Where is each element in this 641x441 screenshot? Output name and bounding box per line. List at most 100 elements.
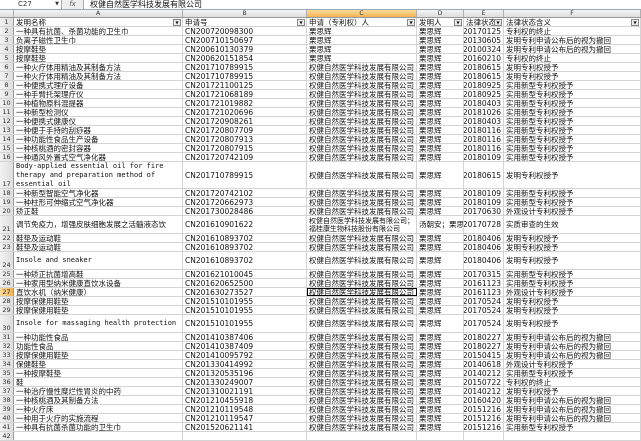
row-number[interactable]: 26 bbox=[0, 279, 14, 287]
formula-input[interactable]: 权健自然医学科技发展有限公司 bbox=[84, 0, 202, 9]
cell[interactable]: 权健自然医学科技发展有限公司 bbox=[307, 198, 417, 206]
cell[interactable]: 栗思辉 bbox=[417, 297, 464, 305]
cell[interactable]: 实用新型专利权授予 bbox=[504, 90, 641, 98]
cell[interactable]: 外观设计专利权授予 bbox=[504, 207, 641, 215]
cell[interactable]: 权健自然医学科技发展有限公司 bbox=[307, 414, 417, 422]
cell[interactable]: CN201410095792 bbox=[183, 351, 307, 359]
row-number[interactable]: 14 bbox=[0, 135, 14, 143]
cell[interactable]: 20180406 bbox=[464, 243, 504, 251]
cell[interactable]: 权健自然医学科技发展有限公司 bbox=[307, 99, 417, 107]
row-number[interactable]: 23 bbox=[0, 243, 14, 251]
cell[interactable]: 权健自然医学科技发展有限公司 bbox=[307, 63, 417, 71]
cell[interactable]: 实用新型专利权授予 bbox=[504, 144, 641, 152]
filter-dropdown-icon[interactable]: ▼ bbox=[454, 19, 462, 26]
column-header-a[interactable]: A bbox=[14, 10, 183, 17]
cell[interactable]: 外观设计专利权授予 bbox=[504, 288, 641, 296]
cell[interactable]: CN201721100125 bbox=[183, 81, 307, 89]
cell[interactable]: 一种便携式健康仪 bbox=[14, 117, 183, 125]
cell[interactable]: 20180615 bbox=[464, 63, 504, 71]
cell[interactable]: 栗思辉 bbox=[417, 405, 464, 413]
cell[interactable]: 20180109 bbox=[464, 198, 504, 206]
cell[interactable]: 20160420 bbox=[464, 396, 504, 404]
cell[interactable]: 栗思辉 bbox=[417, 162, 464, 188]
cell[interactable]: 20180925 bbox=[464, 90, 504, 98]
cell[interactable]: 发明专利申请公布后的视为撤回 bbox=[504, 36, 641, 44]
cell[interactable]: 栗思辉 bbox=[417, 144, 464, 152]
cell[interactable]: 20180925 bbox=[464, 81, 504, 89]
cell[interactable]: 20180109 bbox=[464, 153, 504, 161]
cell[interactable]: 20170524 bbox=[464, 297, 504, 305]
row-number[interactable]: 19 bbox=[0, 198, 14, 206]
cell[interactable]: 权健自然医学科技发展有限公司 bbox=[307, 405, 417, 413]
cell[interactable]: 调节免疫力，增强皮肤细胞发展之活髓液态饮 bbox=[14, 216, 183, 233]
cell[interactable]: 栗思辉 bbox=[417, 306, 464, 314]
row-number[interactable]: 6 bbox=[0, 63, 14, 71]
cell[interactable]: 权健自然医学科技发展有限公司 bbox=[307, 117, 417, 125]
cell[interactable]: 栗思辉 bbox=[417, 342, 464, 350]
cell[interactable]: 权健自然医学科技发展有限公司 bbox=[307, 135, 417, 143]
cell[interactable]: 实用新型专利权授予 bbox=[504, 108, 641, 116]
cell[interactable]: 栗思辉 bbox=[417, 126, 464, 134]
cell[interactable]: 20161123 bbox=[464, 288, 504, 296]
cell[interactable]: 发明专利权授予 bbox=[504, 72, 641, 80]
row-number[interactable]: 10 bbox=[0, 99, 14, 107]
cell[interactable]: 权健自然医学科技发展有限公司 bbox=[307, 162, 417, 188]
cell[interactable]: 一种火疗体用精油及其制备方法 bbox=[14, 63, 183, 71]
cell[interactable]: 实用新型专利权授予 bbox=[504, 369, 641, 377]
row-number[interactable]: 9 bbox=[0, 90, 14, 98]
cell[interactable]: 发明专利申请公布后的视为撤回 bbox=[504, 342, 641, 350]
cell[interactable]: 一种新型检测仪 bbox=[14, 108, 183, 116]
row-number[interactable]: 13 bbox=[0, 126, 14, 134]
cell[interactable]: 权健自然医学科技发展有限公司 bbox=[307, 252, 417, 269]
cell[interactable]: 20180116 bbox=[464, 135, 504, 143]
cell[interactable]: 权健自然医学科技发展有限公司 bbox=[307, 153, 417, 161]
cell[interactable]: CN200710150697 bbox=[183, 36, 307, 44]
row-number[interactable]: 11 bbox=[0, 108, 14, 116]
cell[interactable]: 20180227 bbox=[464, 333, 504, 341]
cell[interactable]: 栗思辉 bbox=[417, 423, 464, 431]
cell[interactable]: 栗思辉 bbox=[417, 81, 464, 89]
cell[interactable]: 20160210 bbox=[464, 54, 504, 62]
cell[interactable]: 权健自然医学科技发展有限公司 bbox=[307, 207, 417, 215]
cell[interactable]: 20180406 bbox=[464, 252, 504, 269]
cell[interactable] bbox=[14, 432, 183, 440]
filter-dropdown-icon[interactable]: ▼ bbox=[407, 19, 415, 26]
cell[interactable]: 权健自然医学科技发展有限公司 bbox=[307, 234, 417, 242]
cell[interactable]: CN201721020696 bbox=[183, 108, 307, 116]
cell[interactable]: 实用新型专利权授予 bbox=[504, 135, 641, 143]
cell[interactable]: 实用新型专利权授予 bbox=[504, 423, 641, 431]
row-number[interactable]: 20 bbox=[0, 207, 14, 215]
cell[interactable]: 权健自然医学科技发展有限公司 bbox=[307, 378, 417, 386]
row-number[interactable]: 38 bbox=[0, 396, 14, 404]
cell[interactable]: 栗思辉 bbox=[417, 270, 464, 278]
filter-dropdown-icon[interactable]: ▼ bbox=[173, 19, 181, 26]
cell[interactable]: CN201720807915 bbox=[183, 144, 307, 152]
cell[interactable]: CN201720807709 bbox=[183, 126, 307, 134]
cell[interactable]: 一种火疗床 bbox=[14, 405, 183, 413]
cell[interactable]: 20100324 bbox=[464, 45, 504, 53]
cell[interactable]: 20140212 bbox=[464, 387, 504, 395]
cell[interactable]: 20180615 bbox=[464, 162, 504, 188]
cell[interactable]: 一种便携式理疗设备 bbox=[14, 81, 183, 89]
cell[interactable]: 栗思辉 bbox=[417, 333, 464, 341]
column-title-cell[interactable]: 法律状态 ▼ bbox=[464, 18, 504, 26]
cell[interactable]: 按摩保健用鞋垫 bbox=[14, 297, 183, 305]
cell[interactable]: CN201710789915 bbox=[183, 72, 307, 80]
fx-icon[interactable]: fx bbox=[62, 0, 84, 9]
row-number[interactable]: 21 bbox=[0, 216, 14, 233]
cell[interactable]: CN201210455918 bbox=[183, 396, 307, 404]
cell[interactable]: Insole and sneaker bbox=[14, 252, 183, 269]
cell[interactable]: 发明专利权授予 bbox=[504, 306, 641, 314]
cell[interactable]: 权健自然医学科技发展有限公司 bbox=[307, 81, 417, 89]
cell[interactable]: 栗思辉 bbox=[417, 414, 464, 422]
name-box[interactable]: C27 ▼ bbox=[0, 0, 62, 9]
cell[interactable]: 权健自然医学科技发展有限公司 bbox=[307, 351, 417, 359]
cell[interactable]: 20150722 bbox=[464, 378, 504, 386]
cell[interactable]: 权健自然医学科技发展有限公司 bbox=[307, 72, 417, 80]
row-number[interactable]: 35 bbox=[0, 369, 14, 377]
cell[interactable]: 汤朝安；栗思辉 bbox=[417, 216, 464, 233]
row-number[interactable]: 30 bbox=[0, 315, 14, 332]
cell[interactable]: 栗思辉 bbox=[307, 36, 417, 44]
cell[interactable]: 权健自然医学科技发展有限公司 bbox=[307, 90, 417, 98]
cell[interactable]: 一种用于火疗的实施流程 bbox=[14, 414, 183, 422]
